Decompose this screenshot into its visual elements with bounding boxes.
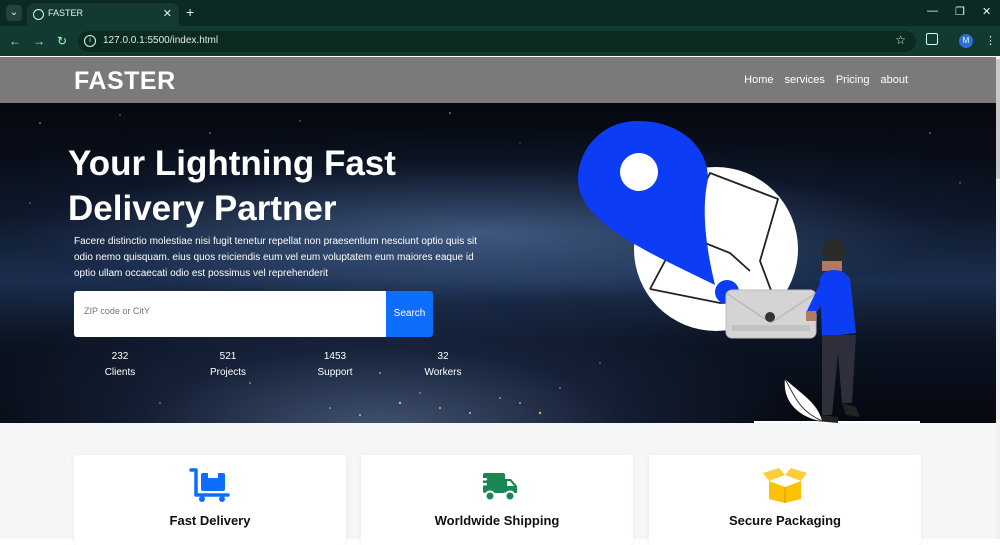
search-box bbox=[74, 291, 386, 337]
tab-search-button[interactable]: ⌄ bbox=[6, 5, 22, 21]
url-field[interactable]: i 127.0.0.1:5500/index.html ☆ bbox=[78, 31, 916, 52]
stat-label: Clients bbox=[104, 367, 136, 378]
stat-clients: 232 Clients bbox=[90, 349, 150, 381]
hero-title: Your Lightning Fast Delivery Partner bbox=[68, 141, 396, 231]
nav-link-services[interactable]: services bbox=[785, 74, 825, 86]
close-tab-icon[interactable]: ✕ bbox=[163, 7, 172, 20]
new-tab-button[interactable]: + bbox=[186, 4, 194, 20]
services-section: Fast Delivery Worldwide Shipping Secure … bbox=[0, 423, 996, 545]
nav-links: Home services Pricing about bbox=[744, 74, 908, 86]
nav-link-home[interactable]: Home bbox=[744, 74, 773, 86]
site-navbar: FASTER Home services Pricing about bbox=[0, 57, 996, 103]
box-open-icon bbox=[763, 468, 807, 503]
bookmark-star-icon[interactable]: ☆ bbox=[895, 33, 906, 47]
service-card-worldwide-shipping[interactable]: Worldwide Shipping bbox=[361, 455, 633, 545]
browser-tab-bar: ⌄ FASTER ✕ + — ❐ ✕ bbox=[0, 0, 1000, 26]
scrollbar-thumb[interactable] bbox=[996, 59, 1000, 179]
stat-projects: 521 Projects bbox=[198, 349, 258, 381]
nav-link-pricing[interactable]: Pricing bbox=[836, 74, 870, 86]
cart-icon bbox=[189, 468, 230, 502]
site-info-icon[interactable]: i bbox=[84, 35, 96, 47]
stat-label: Workers bbox=[424, 367, 462, 378]
delivery-illustration bbox=[578, 121, 920, 423]
hero-section: Your Lightning Fast Delivery Partner Fac… bbox=[0, 103, 996, 423]
url-text: 127.0.0.1:5500/index.html bbox=[103, 35, 219, 46]
browser-menu-icon[interactable]: ⋮ bbox=[985, 34, 996, 47]
stat-value: 1453 bbox=[323, 351, 347, 362]
stat-value: 232 bbox=[111, 351, 129, 362]
hero-description: Facere distinctio molestiae nisi fugit t… bbox=[74, 236, 477, 279]
stat-label: Projects bbox=[209, 367, 247, 378]
search-button[interactable]: Search bbox=[386, 291, 433, 337]
stat-label: Support bbox=[317, 367, 353, 378]
stat-value: 521 bbox=[219, 351, 237, 362]
forward-icon[interactable]: → bbox=[33, 34, 45, 48]
extensions-icon[interactable] bbox=[926, 33, 938, 45]
tab-title: FASTER bbox=[48, 8, 84, 18]
minimize-icon[interactable]: — bbox=[927, 5, 938, 17]
service-title: Secure Packaging bbox=[729, 513, 841, 528]
hero-title-line2: Delivery Partner bbox=[68, 189, 337, 228]
profile-avatar[interactable]: M bbox=[959, 34, 973, 48]
reload-icon[interactable]: ↻ bbox=[57, 34, 67, 48]
service-title: Fast Delivery bbox=[169, 513, 251, 528]
stat-support: 1453 Support bbox=[305, 349, 365, 381]
brand-logo[interactable]: FASTER bbox=[74, 67, 176, 96]
address-bar-area: ← → ↻ i 127.0.0.1:5500/index.html ☆ bbox=[0, 26, 1000, 56]
nav-link-about[interactable]: about bbox=[880, 74, 908, 86]
zip-search-input[interactable] bbox=[82, 305, 372, 317]
back-icon[interactable]: ← bbox=[9, 34, 21, 48]
page-scrollbar[interactable] bbox=[996, 57, 1000, 539]
stat-workers: 32 Workers bbox=[413, 349, 473, 381]
service-card-secure-packaging[interactable]: Secure Packaging bbox=[649, 455, 921, 545]
truck-fast-icon bbox=[475, 473, 517, 502]
close-window-icon[interactable]: ✕ bbox=[982, 5, 991, 18]
hero-title-line1: Your Lightning Fast bbox=[68, 144, 396, 183]
service-card-fast-delivery[interactable]: Fast Delivery bbox=[74, 455, 346, 545]
service-title: Worldwide Shipping bbox=[434, 513, 560, 528]
stat-value: 32 bbox=[437, 351, 449, 362]
globe-icon bbox=[33, 9, 44, 20]
maximize-icon[interactable]: ❐ bbox=[955, 5, 965, 18]
browser-tab[interactable]: FASTER ✕ bbox=[27, 3, 179, 26]
